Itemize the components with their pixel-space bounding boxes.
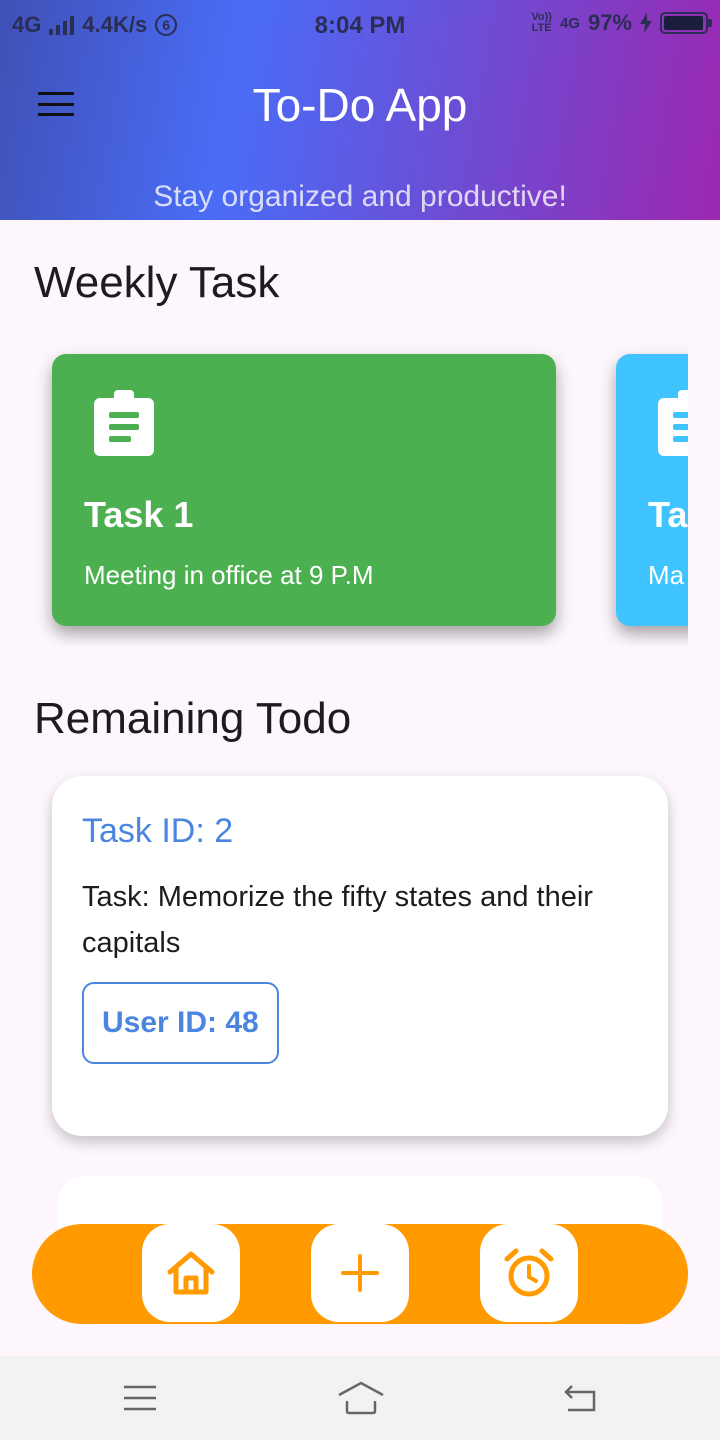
- system-navigation-bar: [0, 1356, 720, 1440]
- menu-icon[interactable]: [120, 1380, 160, 1416]
- weekly-task-description: Ma: [648, 560, 685, 590]
- remaining-todo-heading: Remaining Todo: [34, 694, 352, 743]
- battery-percent: 97%: [587, 10, 632, 35]
- status-bar: 4G 4.4K/s 6 8:04 PM Vo)) LTE 4G 97%: [0, 0, 720, 50]
- user-id-badge: User ID: 48: [82, 982, 279, 1064]
- back-icon[interactable]: [560, 1380, 600, 1416]
- todo-card[interactable]: Task ID: 2 Task: Memorize the fifty stat…: [52, 776, 668, 1136]
- network-type-2: 4G: [559, 14, 580, 32]
- battery-icon: [660, 12, 712, 34]
- volte-indicator: Vo)) LTE: [531, 11, 552, 34]
- weekly-task-card[interactable]: Ta Ma: [616, 354, 688, 626]
- weekly-task-card[interactable]: Task 1 Meeting in office at 9 P.M: [52, 354, 556, 626]
- app-subtitle: Stay organized and productive!: [153, 180, 567, 213]
- clipboard-icon: [94, 390, 154, 456]
- alarm-icon: [504, 1248, 554, 1297]
- app-header: 4G 4.4K/s 6 8:04 PM Vo)) LTE 4G 97% To-Do…: [0, 0, 720, 220]
- home-button[interactable]: [142, 1224, 240, 1322]
- weekly-task-carousel[interactable]: Task 1 Meeting in office at 9 P.M Ta Ma: [34, 336, 688, 646]
- weekly-task-heading: Weekly Task: [34, 258, 280, 307]
- weekly-task-title: Ta: [648, 494, 688, 535]
- weekly-task-title: Task 1: [84, 494, 194, 535]
- bottom-nav: [32, 1224, 688, 1324]
- charging-icon: [640, 13, 652, 33]
- add-icon: [341, 1254, 379, 1292]
- app-title: To-Do App: [252, 79, 468, 131]
- weekly-task-description: Meeting in office at 9 P.M: [84, 560, 374, 590]
- home-icon[interactable]: [336, 1380, 386, 1416]
- add-task-button[interactable]: [311, 1224, 409, 1322]
- alarm-button[interactable]: [480, 1224, 578, 1322]
- home-icon: [167, 1251, 215, 1295]
- task-text: Task: Memorize the fifty states and thei…: [82, 881, 593, 959]
- clipboard-icon: [658, 390, 688, 456]
- task-id: Task ID: 2: [82, 812, 234, 850]
